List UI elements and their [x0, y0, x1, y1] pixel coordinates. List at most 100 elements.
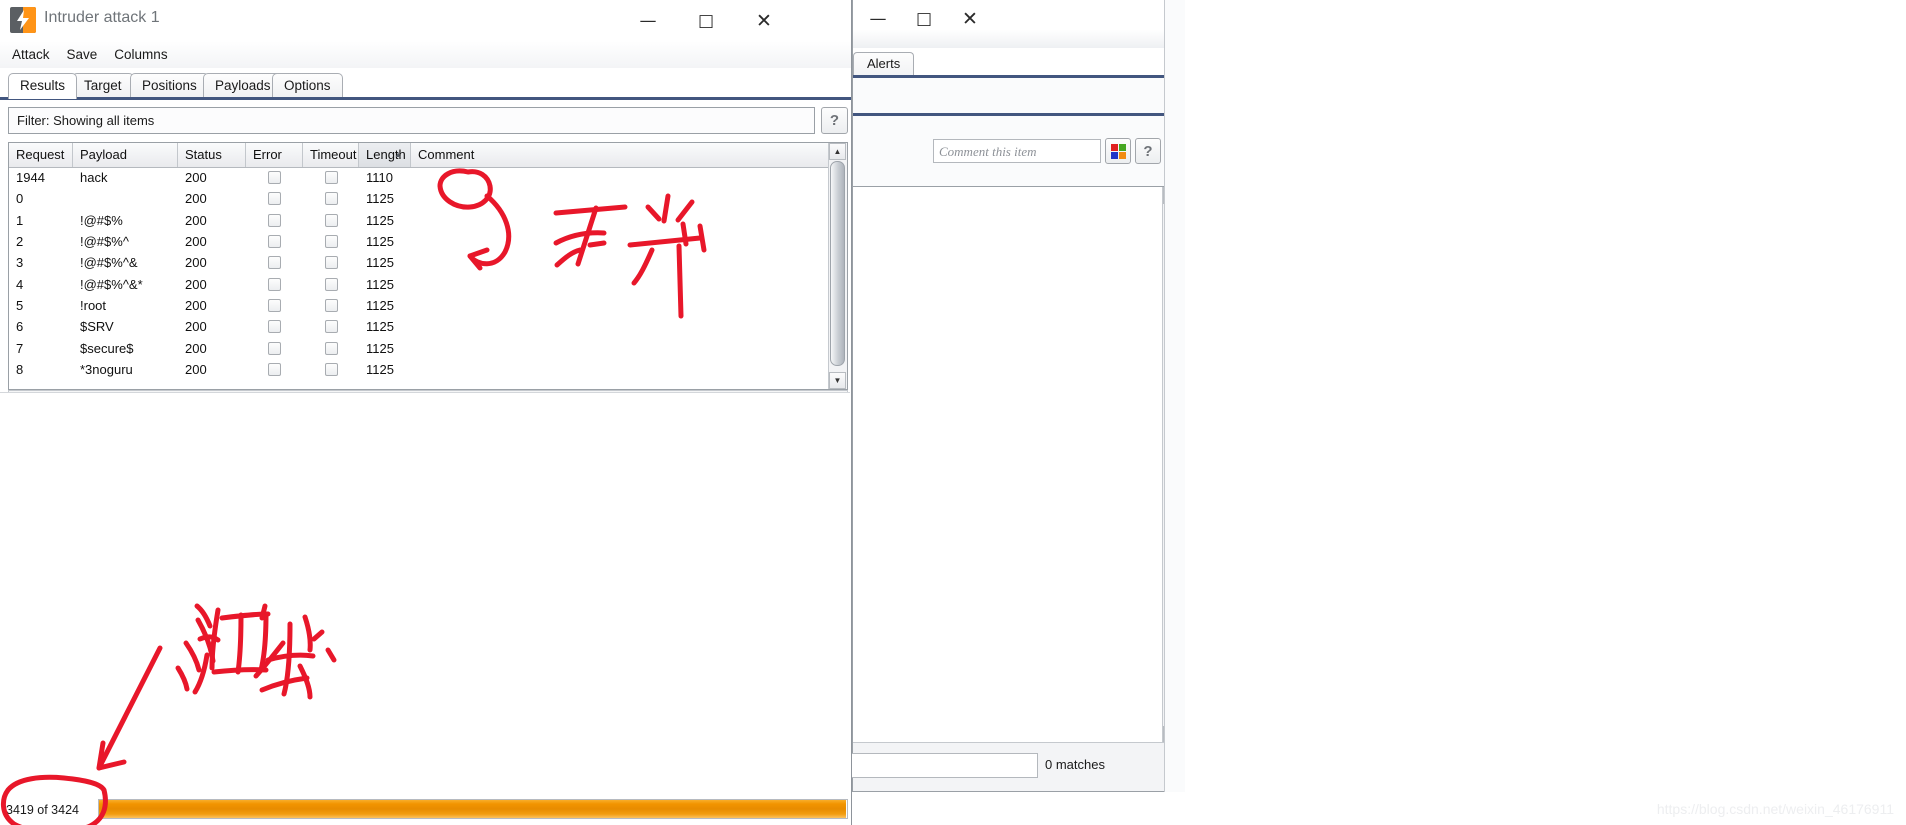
error-checkbox[interactable] — [268, 298, 281, 312]
column-header-label: Status — [185, 147, 222, 162]
column-header-error[interactable]: Error — [246, 143, 303, 167]
cell-length: 1125 — [366, 361, 394, 377]
cell-status: 200 — [185, 234, 207, 250]
table-row[interactable]: 0 200 1125 — [9, 188, 829, 209]
timeout-checkbox[interactable] — [324, 341, 338, 355]
maximize-icon[interactable]: □ — [677, 0, 735, 41]
cell-payload: $secure$ — [80, 340, 134, 356]
column-header-comment[interactable]: Comment — [411, 143, 829, 167]
help-icon[interactable]: ? — [1135, 138, 1161, 164]
cell-status: 200 — [185, 297, 207, 313]
cell-timeout — [303, 252, 359, 273]
table-row[interactable]: 1944 hack 200 1110 — [9, 167, 829, 188]
column-header-length[interactable]: Length ▲ — [359, 143, 411, 167]
table-row[interactable]: 5 !root 200 1125 — [9, 295, 829, 316]
tab-alerts[interactable]: Alerts — [853, 52, 915, 75]
table-row[interactable]: 3 !@#$%^& 200 1125 — [9, 252, 829, 273]
timeout-checkbox[interactable] — [324, 171, 338, 185]
color-swatch-grid-icon[interactable] — [1105, 138, 1131, 164]
error-checkbox[interactable] — [268, 277, 281, 291]
menu-save[interactable]: Save — [67, 47, 98, 62]
cell-error — [246, 252, 303, 273]
timeout-checkbox[interactable] — [324, 235, 338, 249]
error-checkbox[interactable] — [268, 213, 281, 227]
tab-results[interactable]: Results — [8, 73, 78, 99]
column-header-status[interactable]: Status — [178, 143, 246, 167]
progress-bar-track — [98, 799, 848, 819]
column-header-label: Request — [16, 147, 65, 162]
column-header-label: Payload — [80, 147, 127, 162]
error-checkbox[interactable] — [268, 320, 281, 334]
cell-request: 0 — [16, 191, 24, 207]
timeout-checkbox[interactable] — [324, 192, 338, 206]
error-checkbox[interactable] — [268, 192, 281, 206]
column-header-timeout[interactable]: Timeout — [303, 143, 359, 167]
cell-error — [246, 210, 303, 231]
menu-columns[interactable]: Columns — [114, 47, 167, 62]
table-vertical-scrollbar[interactable]: ▲ ▼ — [828, 143, 847, 389]
table-row[interactable]: 6 $SRV 200 1125 — [9, 316, 829, 337]
results-table: Request Payload Status Error Timeout Length ▲ C… — [8, 142, 848, 390]
tab-positions[interactable]: Positions — [130, 73, 209, 98]
annotation-canvas — [0, 392, 850, 797]
minimize-icon[interactable]: — — [855, 0, 901, 38]
cell-comment — [411, 337, 829, 358]
error-checkbox[interactable] — [268, 171, 281, 185]
close-icon[interactable]: ✕ — [735, 0, 793, 41]
cell-timeout — [303, 316, 359, 337]
table-row[interactable]: 7 $secure$ 200 1125 — [9, 337, 829, 358]
cell-status: 200 — [185, 276, 207, 292]
minimize-icon[interactable]: — — [619, 0, 677, 41]
column-header-label: Error — [253, 147, 282, 162]
cell-request: 3 — [16, 255, 24, 271]
swatch-blue — [1110, 151, 1118, 159]
timeout-checkbox[interactable] — [324, 298, 338, 312]
column-header-payload[interactable]: Payload — [73, 143, 178, 167]
table-row[interactable]: 1 !@#$% 200 1125 — [9, 210, 829, 231]
cell-payload: !@#$% — [80, 212, 123, 228]
scroll-up-arrow-icon[interactable]: ▲ — [829, 143, 846, 160]
comment-row: Comment this item ? — [853, 116, 1181, 187]
column-header-request[interactable]: Request — [9, 143, 73, 167]
timeout-checkbox[interactable] — [324, 213, 338, 227]
progress-label: 3419 of 3424 — [6, 803, 79, 817]
timeout-checkbox[interactable] — [324, 256, 338, 270]
cell-length: 1125 — [366, 255, 394, 271]
timeout-checkbox[interactable] — [324, 277, 338, 291]
filter-bar[interactable]: Filter: Showing all items — [8, 107, 815, 134]
help-icon[interactable]: ? — [821, 107, 848, 134]
error-checkbox[interactable] — [268, 362, 281, 376]
cell-timeout — [303, 210, 359, 231]
cell-length: 1125 — [366, 340, 394, 356]
cell-request: 6 — [16, 319, 24, 335]
table-row[interactable]: 8 *3noguru 200 1125 — [9, 359, 829, 380]
cell-payload: !@#$%^& — [80, 255, 138, 271]
table-row[interactable]: 4 !@#$%^&* 200 1125 — [9, 273, 829, 294]
menu-attack[interactable]: Attack — [12, 47, 50, 62]
table-row[interactable]: 2 !@#$%^ 200 1125 — [9, 231, 829, 252]
cell-timeout — [303, 359, 359, 380]
tab-target[interactable]: Target — [72, 73, 134, 98]
error-checkbox[interactable] — [268, 256, 281, 270]
cell-payload: !@#$%^&* — [80, 276, 143, 292]
attack-progress-footer: 3419 of 3424 — [0, 797, 851, 825]
cell-request: 8 — [16, 361, 24, 377]
error-checkbox[interactable] — [268, 235, 281, 249]
alerts-list-body: ▲ ▼ — [853, 186, 1181, 743]
swatch-red — [1110, 143, 1118, 151]
cell-status: 200 — [185, 170, 207, 186]
close-icon[interactable]: ✕ — [947, 0, 993, 38]
scroll-thumb[interactable] — [830, 161, 845, 366]
timeout-checkbox[interactable] — [324, 362, 338, 376]
page-title: Intruder attack 1 — [44, 9, 160, 26]
error-checkbox[interactable] — [268, 341, 281, 355]
sort-ascending-arrow-icon: ▲ — [394, 150, 402, 159]
tab-options[interactable]: Options — [272, 73, 343, 98]
cell-status: 200 — [185, 361, 207, 377]
comment-input[interactable]: Comment this item — [933, 139, 1101, 163]
timeout-checkbox[interactable] — [324, 320, 338, 334]
maximize-icon[interactable]: □ — [901, 0, 947, 38]
tab-payloads[interactable]: Payloads — [203, 73, 283, 98]
scroll-down-arrow-icon[interactable]: ▼ — [829, 372, 846, 389]
alerts-window: — □ ✕ Alerts Comment this item ? ▲ ▼ 0 m… — [813, 0, 1182, 792]
